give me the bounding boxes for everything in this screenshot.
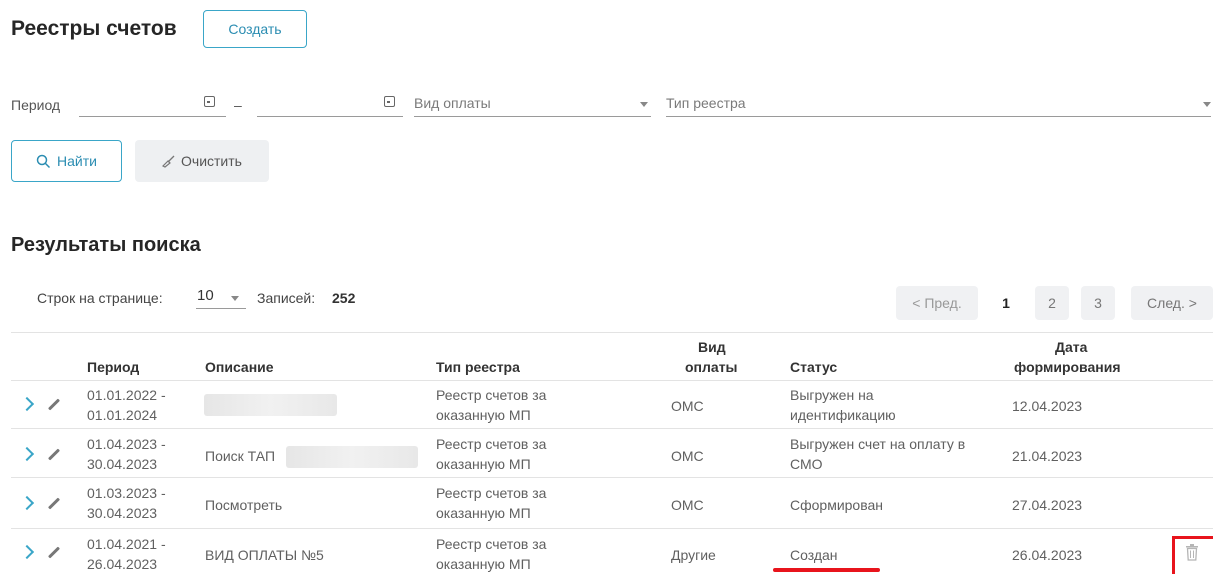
broom-icon bbox=[162, 155, 175, 168]
calendar-icon[interactable] bbox=[204, 96, 215, 107]
rows-per-page-value: 10 bbox=[197, 287, 214, 304]
row-status: Выгружен счет на оплату в bbox=[790, 436, 966, 452]
col-period: Период bbox=[87, 359, 140, 375]
records-count: 252 bbox=[332, 290, 356, 306]
edit-icon[interactable] bbox=[47, 398, 61, 411]
edit-icon[interactable] bbox=[47, 497, 61, 510]
table-divider bbox=[11, 380, 1213, 381]
table-divider bbox=[11, 528, 1213, 529]
clear-button[interactable]: Очистить bbox=[135, 140, 269, 182]
rows-per-page-label: Строк на странице: bbox=[37, 290, 163, 306]
period-dash: – bbox=[234, 97, 242, 113]
row-description: ВИД ОПЛАТЫ №5 bbox=[205, 547, 324, 563]
chevron-down-icon bbox=[1203, 102, 1211, 107]
row-period-end: 26.04.2023 bbox=[87, 556, 158, 572]
row-description: Поиск ТАП bbox=[205, 448, 276, 464]
row-payment-type: ОМС bbox=[671, 398, 704, 414]
expand-row-icon[interactable] bbox=[19, 544, 35, 560]
row-registry-type-2: оказанную МП bbox=[436, 456, 531, 472]
row-registry-type-2: оказанную МП bbox=[436, 407, 531, 423]
page-title: Реестры счетов bbox=[11, 17, 177, 40]
col-status: Статус bbox=[790, 359, 838, 375]
row-period-end: 30.04.2023 bbox=[87, 505, 158, 521]
row-status-2: СМО bbox=[790, 456, 823, 472]
row-date: 26.04.2023 bbox=[1012, 547, 1083, 563]
row-registry-type: Реестр счетов за bbox=[436, 436, 547, 452]
row-status: Выгружен на bbox=[790, 387, 874, 403]
pager-page-3[interactable]: 3 bbox=[1081, 286, 1115, 320]
calendar-icon[interactable] bbox=[384, 96, 395, 107]
row-status: Создан bbox=[790, 547, 838, 563]
row-date: 27.04.2023 bbox=[1012, 497, 1083, 513]
pager-prev-button[interactable]: < Пред. bbox=[896, 286, 978, 320]
redacted-description bbox=[286, 446, 418, 468]
row-status-2: идентификацию bbox=[790, 407, 896, 423]
row-period-start: 01.03.2023 - bbox=[87, 485, 166, 501]
row-payment-type: ОМС bbox=[671, 448, 704, 464]
table-divider bbox=[11, 332, 1213, 333]
row-description: Посмотреть bbox=[205, 497, 283, 513]
row-registry-type: Реестр счетов за bbox=[436, 536, 547, 552]
pager-page-2[interactable]: 2 bbox=[1035, 286, 1069, 320]
expand-row-icon[interactable] bbox=[19, 495, 35, 511]
find-button[interactable]: Найти bbox=[11, 140, 122, 182]
expand-row-icon[interactable] bbox=[19, 396, 35, 412]
edit-icon[interactable] bbox=[47, 448, 61, 461]
pager-page-1[interactable]: 1 bbox=[989, 286, 1023, 320]
row-registry-type-2: оказанную МП bbox=[436, 556, 531, 572]
row-date: 12.04.2023 bbox=[1012, 398, 1083, 414]
trash-icon[interactable] bbox=[1185, 544, 1199, 561]
row-registry-type: Реестр счетов за bbox=[436, 387, 547, 403]
row-status: Сформирован bbox=[790, 497, 884, 513]
clear-label: Очистить bbox=[181, 153, 242, 169]
records-label: Записей: bbox=[257, 290, 316, 306]
find-label: Найти bbox=[57, 153, 97, 169]
row-period-end: 01.01.2024 bbox=[87, 407, 158, 423]
period-label: Период bbox=[11, 97, 61, 113]
row-period-start: 01.04.2021 - bbox=[87, 536, 166, 552]
row-payment-type: Другие bbox=[671, 547, 716, 563]
edit-icon[interactable] bbox=[47, 546, 61, 559]
expand-row-icon[interactable] bbox=[19, 446, 35, 462]
table-divider bbox=[11, 428, 1213, 429]
col-date-2: формирования bbox=[1014, 359, 1121, 375]
row-period-start: 01.04.2023 - bbox=[87, 436, 166, 452]
status-highlight-underline bbox=[773, 568, 880, 572]
search-icon bbox=[36, 154, 51, 168]
chevron-down-icon bbox=[640, 102, 648, 107]
pager-next-button[interactable]: След. > bbox=[1131, 286, 1213, 320]
registry-type-placeholder: Тип реестра bbox=[666, 95, 746, 111]
row-payment-type: ОМС bbox=[671, 497, 704, 513]
row-registry-type-2: оказанную МП bbox=[436, 505, 531, 521]
registry-type-select[interactable] bbox=[666, 92, 1211, 117]
chevron-down-icon bbox=[231, 296, 239, 301]
row-registry-type: Реестр счетов за bbox=[436, 485, 547, 501]
row-date: 21.04.2023 bbox=[1012, 448, 1083, 464]
results-title: Результаты поиска bbox=[11, 234, 201, 256]
row-period-end: 30.04.2023 bbox=[87, 456, 158, 472]
redacted-description bbox=[204, 394, 337, 416]
col-payment-type-2: оплаты bbox=[685, 359, 738, 375]
col-payment-type: Вид bbox=[698, 339, 726, 355]
period-to-input[interactable] bbox=[257, 92, 403, 117]
col-description: Описание bbox=[205, 359, 274, 375]
col-date: Дата bbox=[1055, 339, 1088, 355]
payment-type-placeholder: Вид оплаты bbox=[414, 95, 491, 111]
row-period-start: 01.01.2022 - bbox=[87, 387, 166, 403]
table-divider bbox=[11, 477, 1213, 478]
create-button[interactable]: Создать bbox=[203, 10, 307, 48]
col-registry-type: Тип реестра bbox=[436, 359, 520, 375]
